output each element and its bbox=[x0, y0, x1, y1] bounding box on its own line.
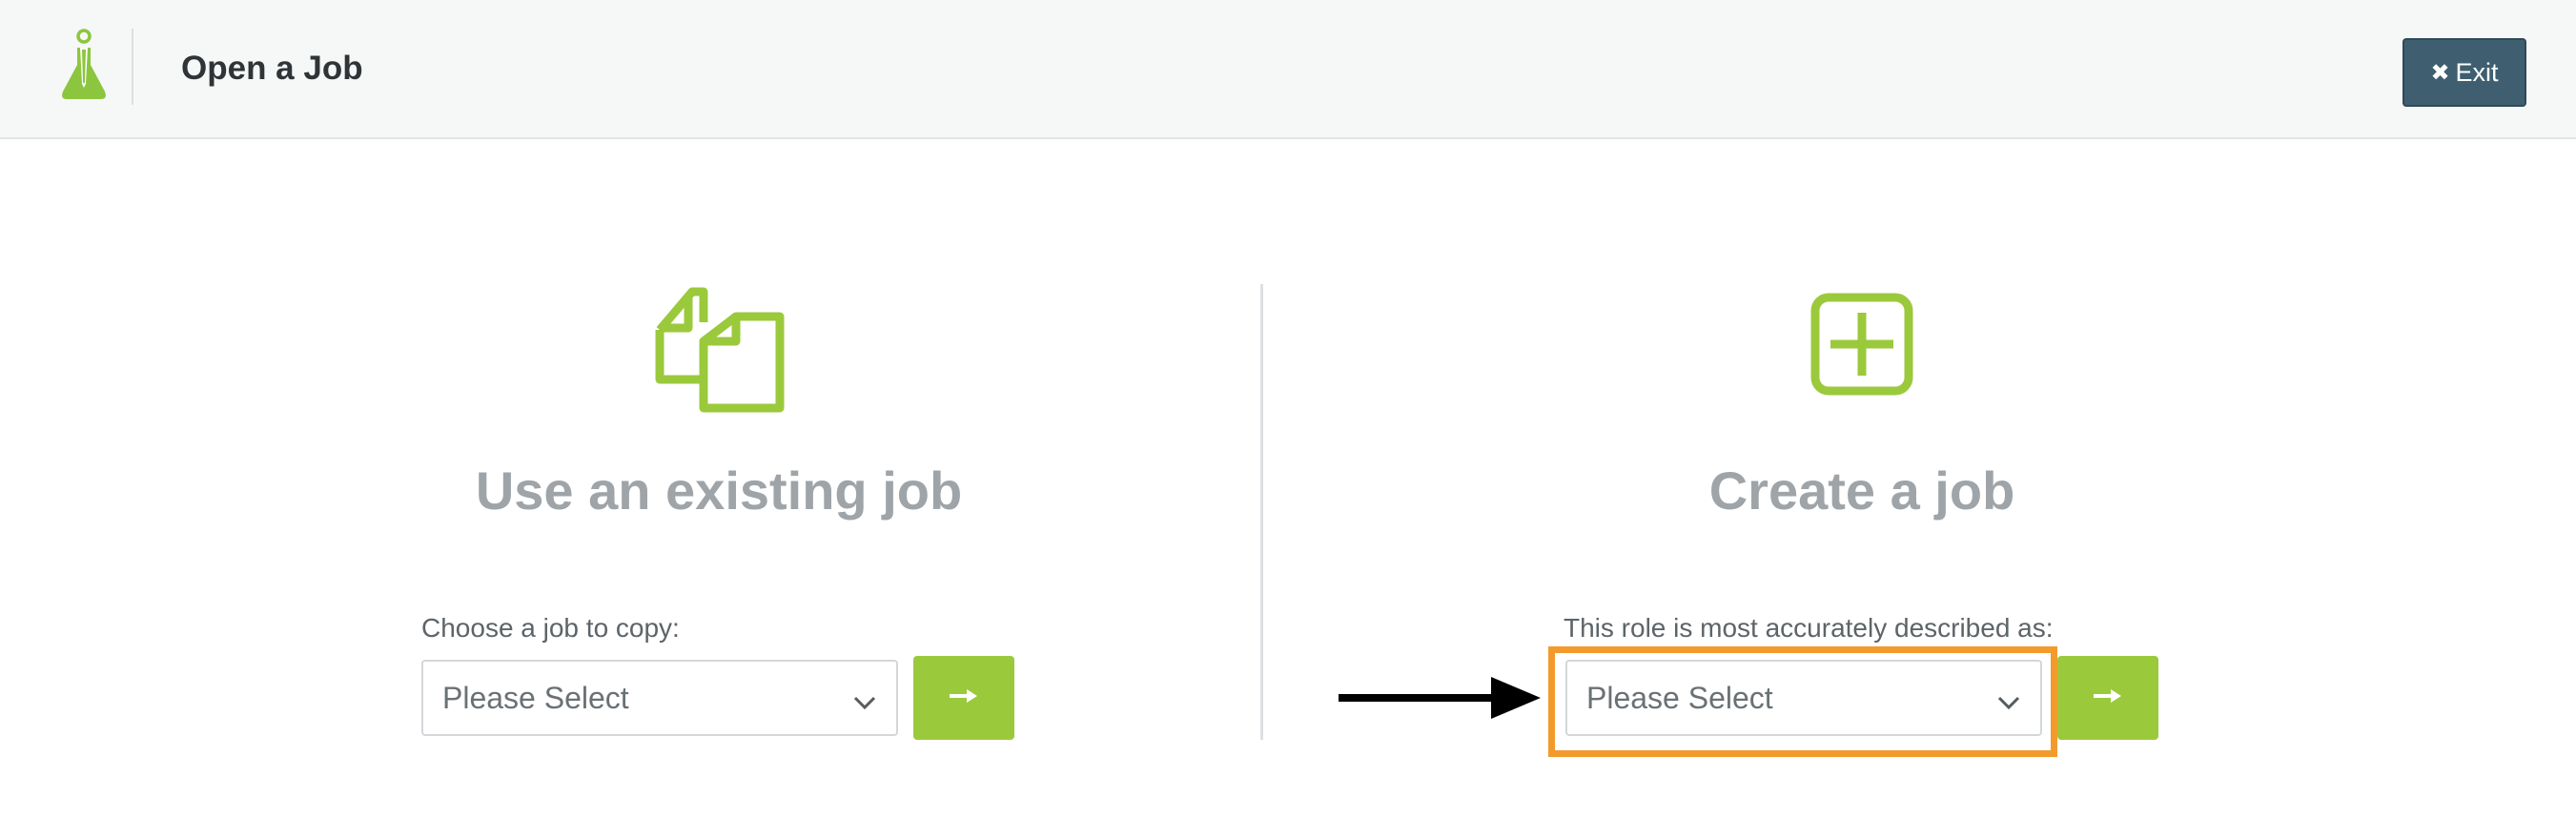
page-title: Open a Job bbox=[181, 50, 363, 87]
arrow-right-icon bbox=[2092, 686, 2124, 710]
top-header: Open a Job ✖ Exit bbox=[0, 0, 2576, 139]
annotation-arrow-icon bbox=[1335, 669, 1544, 731]
flask-logo-icon bbox=[59, 29, 109, 103]
create-job-title: Create a job bbox=[1708, 460, 2015, 521]
role-type-select-value: Please Select bbox=[1586, 680, 1773, 715]
column-divider bbox=[1260, 284, 1263, 740]
existing-job-title: Use an existing job bbox=[475, 460, 963, 521]
existing-job-select[interactable]: Please Select bbox=[421, 660, 898, 736]
create-job-label: This role is most accurately described a… bbox=[1564, 613, 2054, 643]
role-type-select[interactable]: Please Select bbox=[1565, 660, 2042, 736]
chevron-down-icon bbox=[1996, 687, 2021, 712]
chevron-down-icon bbox=[852, 687, 877, 712]
exit-button-label: Exit bbox=[2455, 57, 2499, 87]
copy-documents-icon bbox=[654, 284, 786, 419]
create-job-go-button[interactable] bbox=[2057, 656, 2158, 740]
existing-job-label: Choose a job to copy: bbox=[421, 613, 680, 643]
close-icon: ✖ bbox=[2430, 59, 2450, 86]
exit-button[interactable]: ✖ Exit bbox=[2402, 38, 2526, 107]
header-divider bbox=[132, 29, 133, 105]
plus-square-icon bbox=[1809, 292, 1914, 401]
existing-job-select-value: Please Select bbox=[442, 680, 629, 715]
arrow-right-icon bbox=[948, 686, 980, 710]
existing-job-go-button[interactable] bbox=[913, 656, 1014, 740]
